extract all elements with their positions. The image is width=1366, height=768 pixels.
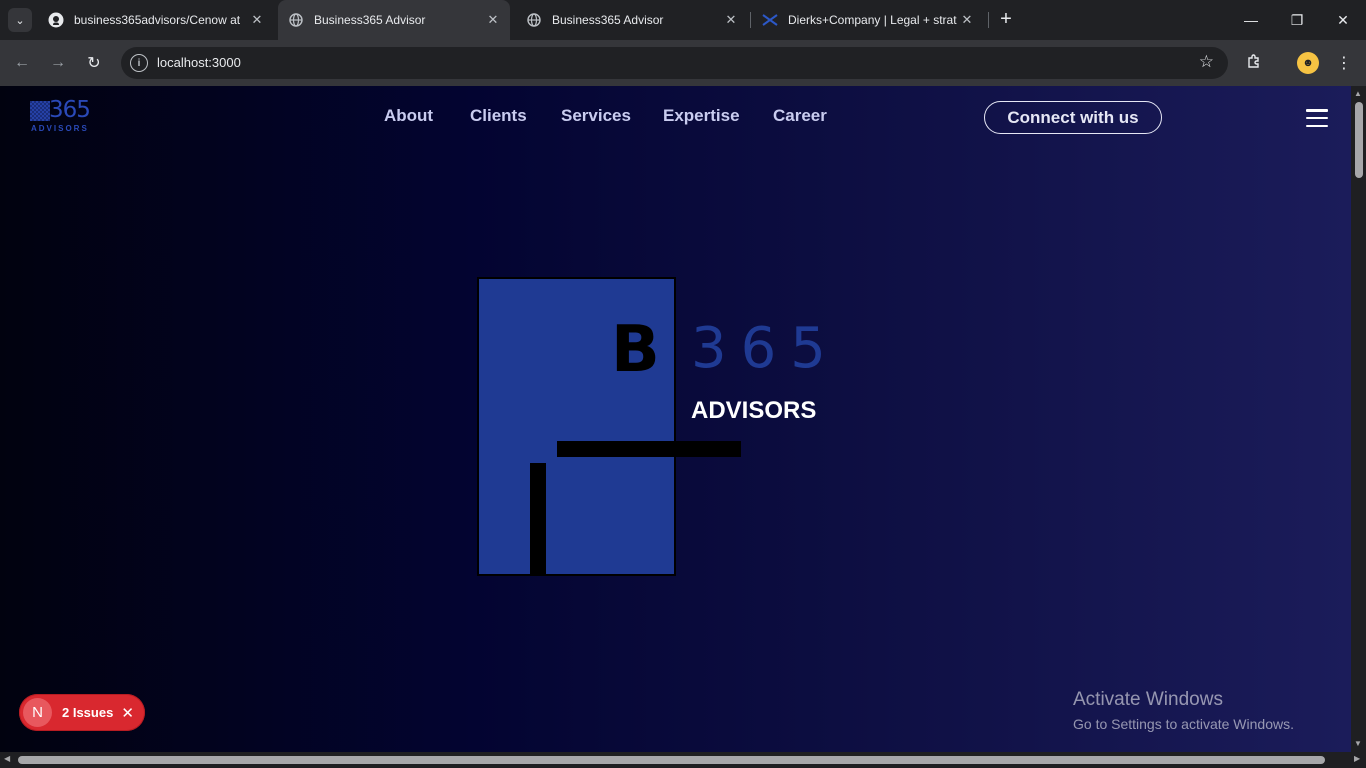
profile-avatar[interactable]: ☻ <box>1297 52 1319 74</box>
tab-github[interactable]: business365advisors/Cenow at ✕ <box>38 0 274 40</box>
hero-letter: B <box>611 313 660 387</box>
hamburger-menu-icon[interactable] <box>1306 109 1328 127</box>
chevron-down-icon: ⌄ <box>15 14 25 27</box>
back-button[interactable]: ← <box>9 50 35 76</box>
globe-icon <box>526 12 542 28</box>
tab-title: Business365 Advisor <box>314 13 426 27</box>
address-bar[interactable]: i localhost:3000 ☆ <box>121 47 1228 79</box>
arrow-right-icon: → <box>50 54 66 71</box>
browser-menu-button[interactable]: ⋮ <box>1331 50 1357 76</box>
close-tab-icon[interactable]: ✕ <box>484 11 502 29</box>
activate-title: Activate Windows <box>1073 689 1223 710</box>
vertical-scrollbar[interactable]: ▲ ▼ <box>1351 86 1366 752</box>
issues-label[interactable]: 2 Issues <box>62 705 113 720</box>
close-tab-icon[interactable]: ✕ <box>958 11 976 29</box>
reload-icon: ↻ <box>87 55 101 72</box>
github-icon <box>48 12 64 28</box>
scroll-down-icon[interactable]: ▼ <box>1354 739 1362 748</box>
close-tab-icon[interactable]: ✕ <box>722 11 740 29</box>
activate-subtitle: Go to Settings to activate Windows. <box>1073 716 1294 732</box>
forward-button[interactable]: → <box>45 50 71 76</box>
nav-clients[interactable]: Clients <box>470 106 527 126</box>
globe-icon <box>288 12 304 28</box>
connect-button[interactable]: Connect with us <box>984 101 1162 134</box>
bookmark-star-icon[interactable]: ☆ <box>1199 52 1214 72</box>
browser-toolbar: ← → ↻ i localhost:3000 ☆ ☻ ⋮ <box>0 40 1366 86</box>
arrow-left-icon: ← <box>14 54 30 71</box>
avatar-icon: ☻ <box>1302 57 1314 69</box>
nav-expertise[interactable]: Expertise <box>663 106 740 126</box>
nextjs-icon: N <box>23 698 52 727</box>
restore-button[interactable]: ❐ <box>1274 0 1320 40</box>
tab-divider <box>750 12 751 28</box>
puzzle-icon <box>1246 53 1262 74</box>
hero-horizontal-bar <box>557 441 741 457</box>
scroll-right-icon[interactable]: ▶ <box>1354 754 1360 763</box>
close-window-button[interactable]: ✕ <box>1320 0 1366 40</box>
issues-badge[interactable]: N 2 Issues ✕ <box>19 694 145 731</box>
nav-about[interactable]: About <box>384 106 433 126</box>
close-tab-icon[interactable]: ✕ <box>248 11 266 29</box>
new-tab-button[interactable]: + <box>995 9 1017 31</box>
scroll-up-icon[interactable]: ▲ <box>1354 89 1362 98</box>
dierks-icon <box>762 12 778 28</box>
tab-title: Dierks+Company | Legal + strat <box>788 13 957 27</box>
reload-button[interactable]: ↻ <box>81 50 107 76</box>
extensions-button[interactable] <box>1241 50 1267 76</box>
horizontal-scroll-thumb[interactable] <box>18 756 1325 764</box>
tab-dierks[interactable]: Dierks+Company | Legal + strat ✕ <box>752 0 984 40</box>
kebab-menu-icon: ⋮ <box>1336 55 1352 72</box>
tab-business365-active[interactable]: Business365 Advisor ✕ <box>278 0 510 40</box>
address-url[interactable]: localhost:3000 <box>157 55 241 70</box>
hero-subtitle: ADVISORS <box>691 397 817 424</box>
page-viewport: 365 ADVISORS About Clients Services Expe… <box>0 86 1351 752</box>
tab-business365[interactable]: Business365 Advisor ✕ <box>516 0 748 40</box>
nav-services[interactable]: Services <box>561 106 631 126</box>
scroll-left-icon[interactable]: ◀ <box>4 754 10 763</box>
minimize-button[interactable]: — <box>1228 0 1274 40</box>
tab-title: business365advisors/Cenow at <box>74 13 241 27</box>
hero-number: 365 <box>691 316 840 381</box>
horizontal-scrollbar[interactable]: ◀ ▶ <box>0 752 1366 768</box>
vertical-scroll-thumb[interactable] <box>1355 102 1363 178</box>
site-info-icon[interactable]: i <box>130 54 148 72</box>
nav-career[interactable]: Career <box>773 106 827 126</box>
tab-title: Business365 Advisor <box>552 13 664 27</box>
hero-vertical-bar <box>530 463 546 576</box>
tab-strip: ⌄ business365advisors/Cenow at ✕ Busines… <box>0 0 1366 40</box>
tab-search-button[interactable]: ⌄ <box>8 8 32 32</box>
close-icon[interactable]: ✕ <box>121 704 134 722</box>
tab-divider <box>988 12 989 28</box>
activate-windows-watermark: Activate Windows Go to Settings to activ… <box>1073 688 1294 734</box>
